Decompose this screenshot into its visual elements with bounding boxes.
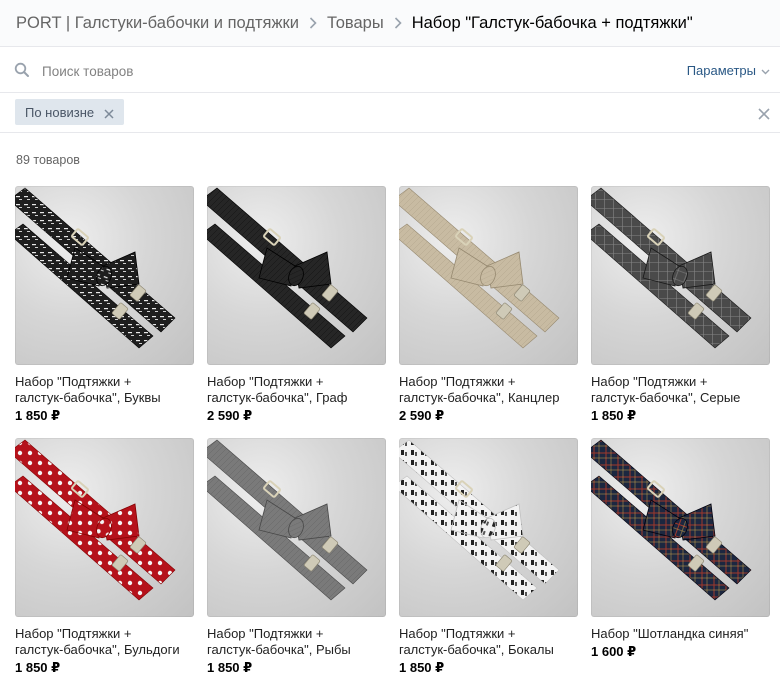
params-button[interactable]: Параметры bbox=[687, 63, 770, 78]
params-label: Параметры bbox=[686, 63, 756, 78]
product-image[interactable] bbox=[207, 186, 386, 365]
product-card[interactable]: Набор "Подтяжки + галстук-бабочка", Бока… bbox=[399, 438, 578, 676]
product-image[interactable] bbox=[591, 186, 770, 365]
breadcrumb: PORT | Галстуки-бабочки и подтяжки Товар… bbox=[0, 0, 780, 47]
filter-bar: По новизне bbox=[0, 94, 780, 133]
product-name-line2[interactable]: галстук-бабочка", Буквы bbox=[15, 390, 194, 406]
chevron-right-icon bbox=[384, 14, 412, 32]
product-name-line2[interactable]: галстук-бабочка", Бокалы bbox=[399, 642, 578, 658]
product-name-line1[interactable]: Набор "Подтяжки + bbox=[15, 374, 194, 390]
product-price: 1 850 ₽ bbox=[15, 408, 61, 423]
product-image[interactable] bbox=[399, 186, 578, 365]
breadcrumb-community[interactable]: PORT | Галстуки-бабочки и подтяжки bbox=[16, 14, 299, 33]
sort-chip[interactable]: По новизне bbox=[15, 99, 125, 125]
product-image[interactable] bbox=[15, 186, 194, 365]
product-price: 1 850 ₽ bbox=[591, 408, 637, 423]
product-card[interactable]: Набор "Подтяжки + галстук-бабочка", Канц… bbox=[399, 186, 578, 424]
product-price: 1 850 ₽ bbox=[207, 660, 253, 675]
product-name-line2[interactable]: галстук-бабочка", Граф bbox=[207, 390, 386, 406]
product-image[interactable] bbox=[591, 438, 770, 617]
product-name-line2[interactable]: галстук-бабочка", Бульдоги bbox=[15, 642, 194, 658]
product-price: 1 850 ₽ bbox=[15, 660, 61, 675]
product-price: 1 600 ₽ bbox=[591, 644, 637, 659]
product-card[interactable]: Набор "Подтяжки + галстук-бабочка", Граф… bbox=[207, 186, 386, 424]
close-icon[interactable] bbox=[104, 107, 114, 119]
search-bar: Параметры bbox=[0, 48, 780, 93]
product-name-line1[interactable]: Набор "Подтяжки + bbox=[15, 626, 194, 642]
product-name-line2[interactable]: галстук-бабочка", Рыбы bbox=[207, 642, 386, 658]
product-name-line2[interactable]: галстук-бабочка", Серые bbox=[591, 390, 770, 406]
product-name-line1[interactable]: Набор "Подтяжки + bbox=[207, 626, 386, 642]
product-price: 2 590 ₽ bbox=[399, 408, 445, 423]
product-image[interactable] bbox=[399, 438, 578, 617]
product-price: 2 590 ₽ bbox=[207, 408, 253, 423]
clear-filters-icon[interactable] bbox=[758, 107, 770, 120]
product-name-line1[interactable]: Набор "Подтяжки + bbox=[399, 626, 578, 642]
search-icon bbox=[14, 62, 30, 78]
product-card[interactable]: Набор "Шотландка синяя" 1 600 ₽ bbox=[591, 438, 770, 660]
results-count: 89 товаров bbox=[16, 153, 80, 167]
chevron-right-icon bbox=[299, 14, 327, 32]
product-image[interactable] bbox=[15, 438, 194, 617]
product-name-line2[interactable]: галстук-бабочка", Канцлер bbox=[399, 390, 578, 406]
breadcrumb-album: Набор "Галстук-бабочка + подтяжки" bbox=[411, 13, 693, 32]
chevron-down-icon bbox=[761, 63, 770, 78]
sort-chip-label: По новизне bbox=[25, 104, 95, 120]
product-card[interactable]: Набор "Подтяжки + галстук-бабочка", Серы… bbox=[591, 186, 770, 424]
breadcrumb-goods[interactable]: Товары bbox=[327, 14, 384, 33]
product-name-line1[interactable]: Набор "Подтяжки + bbox=[399, 374, 578, 390]
product-price: 1 850 ₽ bbox=[399, 660, 445, 675]
product-card[interactable]: Набор "Подтяжки + галстук-бабочка", Букв… bbox=[15, 186, 194, 424]
product-name-line1[interactable]: Набор "Шотландка синяя" bbox=[591, 626, 770, 642]
product-name-line1[interactable]: Набор "Подтяжки + bbox=[591, 374, 770, 390]
search-input[interactable] bbox=[42, 60, 602, 82]
product-card[interactable]: Набор "Подтяжки + галстук-бабочка", Рыбы… bbox=[207, 438, 386, 676]
product-name-line1[interactable]: Набор "Подтяжки + bbox=[207, 374, 386, 390]
product-card[interactable]: Набор "Подтяжки + галстук-бабочка", Буль… bbox=[15, 438, 194, 676]
product-image[interactable] bbox=[207, 438, 386, 617]
